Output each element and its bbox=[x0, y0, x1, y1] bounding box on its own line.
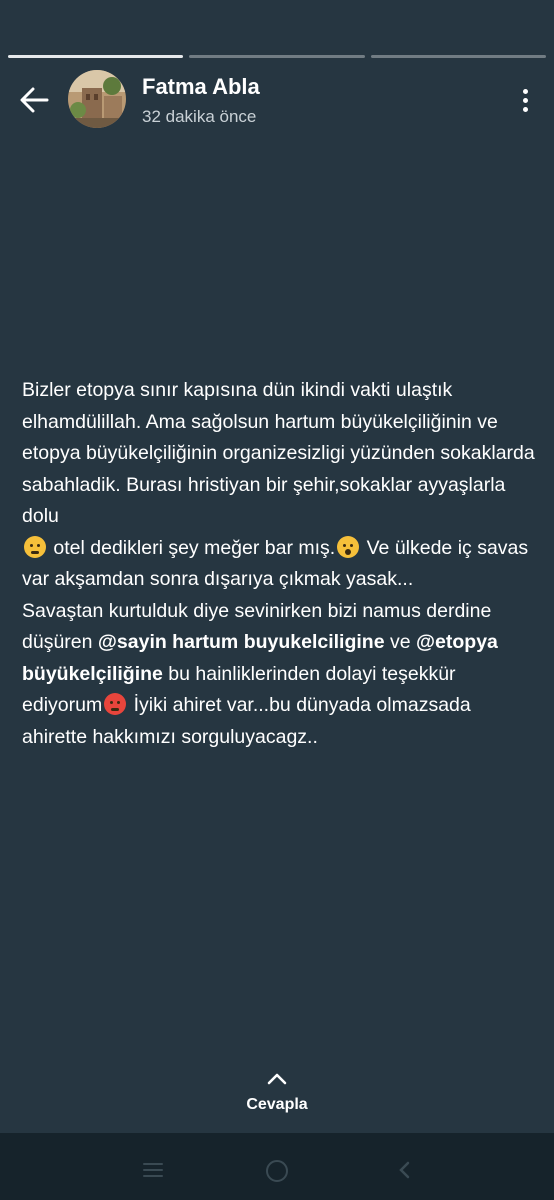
text-part: ve bbox=[384, 631, 417, 653]
progress-segment-1 bbox=[8, 55, 184, 58]
chevron-left-icon bbox=[399, 1161, 410, 1179]
story-progress-bar bbox=[8, 55, 546, 59]
recent-line bbox=[143, 1169, 163, 1171]
system-back-button[interactable] bbox=[397, 1161, 411, 1184]
menu-dot bbox=[522, 106, 528, 112]
menu-dot bbox=[522, 97, 528, 103]
more-options-button[interactable] bbox=[514, 80, 536, 120]
angry-face-icon bbox=[104, 693, 127, 715]
home-button[interactable] bbox=[266, 1160, 288, 1182]
reply-label: Cevapla bbox=[246, 1096, 308, 1113]
recent-line bbox=[143, 1163, 163, 1165]
back-button[interactable] bbox=[14, 80, 54, 120]
mention-link[interactable]: @sayin hartum buyukelciligine bbox=[98, 631, 385, 653]
story-header: Fatma Abla 32 dakika önce bbox=[0, 70, 554, 130]
recent-line bbox=[143, 1175, 163, 1177]
screaming-face-icon bbox=[337, 535, 360, 558]
author-name[interactable]: Fatma Abla bbox=[142, 74, 260, 100]
avatar-photo bbox=[68, 70, 126, 128]
recent-apps-button[interactable] bbox=[143, 1163, 163, 1177]
system-nav-bar bbox=[0, 1133, 554, 1200]
more-vertical-icon bbox=[522, 88, 528, 94]
story-text: Bizler etopya sınır kapısına dün ikindi … bbox=[22, 375, 537, 753]
paragraph-1: Bizler etopya sınır kapısına dün ikindi … bbox=[22, 375, 537, 596]
paragraph-2: Savaştan kurtulduk diye sevinirken bizi … bbox=[22, 596, 537, 754]
text-part: Bizler etopya sınır kapısına dün ikindi … bbox=[22, 379, 535, 527]
progress-segment-3 bbox=[370, 55, 546, 58]
arrow-left-icon bbox=[20, 87, 49, 113]
pensive-face-icon bbox=[24, 535, 46, 558]
post-timestamp: 32 dakika önce bbox=[142, 107, 257, 126]
reply-button[interactable]: Cevapla bbox=[0, 1072, 554, 1114]
chevron-up-icon bbox=[267, 1073, 287, 1085]
text-part: otel dedikleri şey meğer bar mış. bbox=[48, 536, 336, 559]
progress-segment-2 bbox=[189, 55, 365, 58]
avatar[interactable] bbox=[68, 70, 126, 128]
